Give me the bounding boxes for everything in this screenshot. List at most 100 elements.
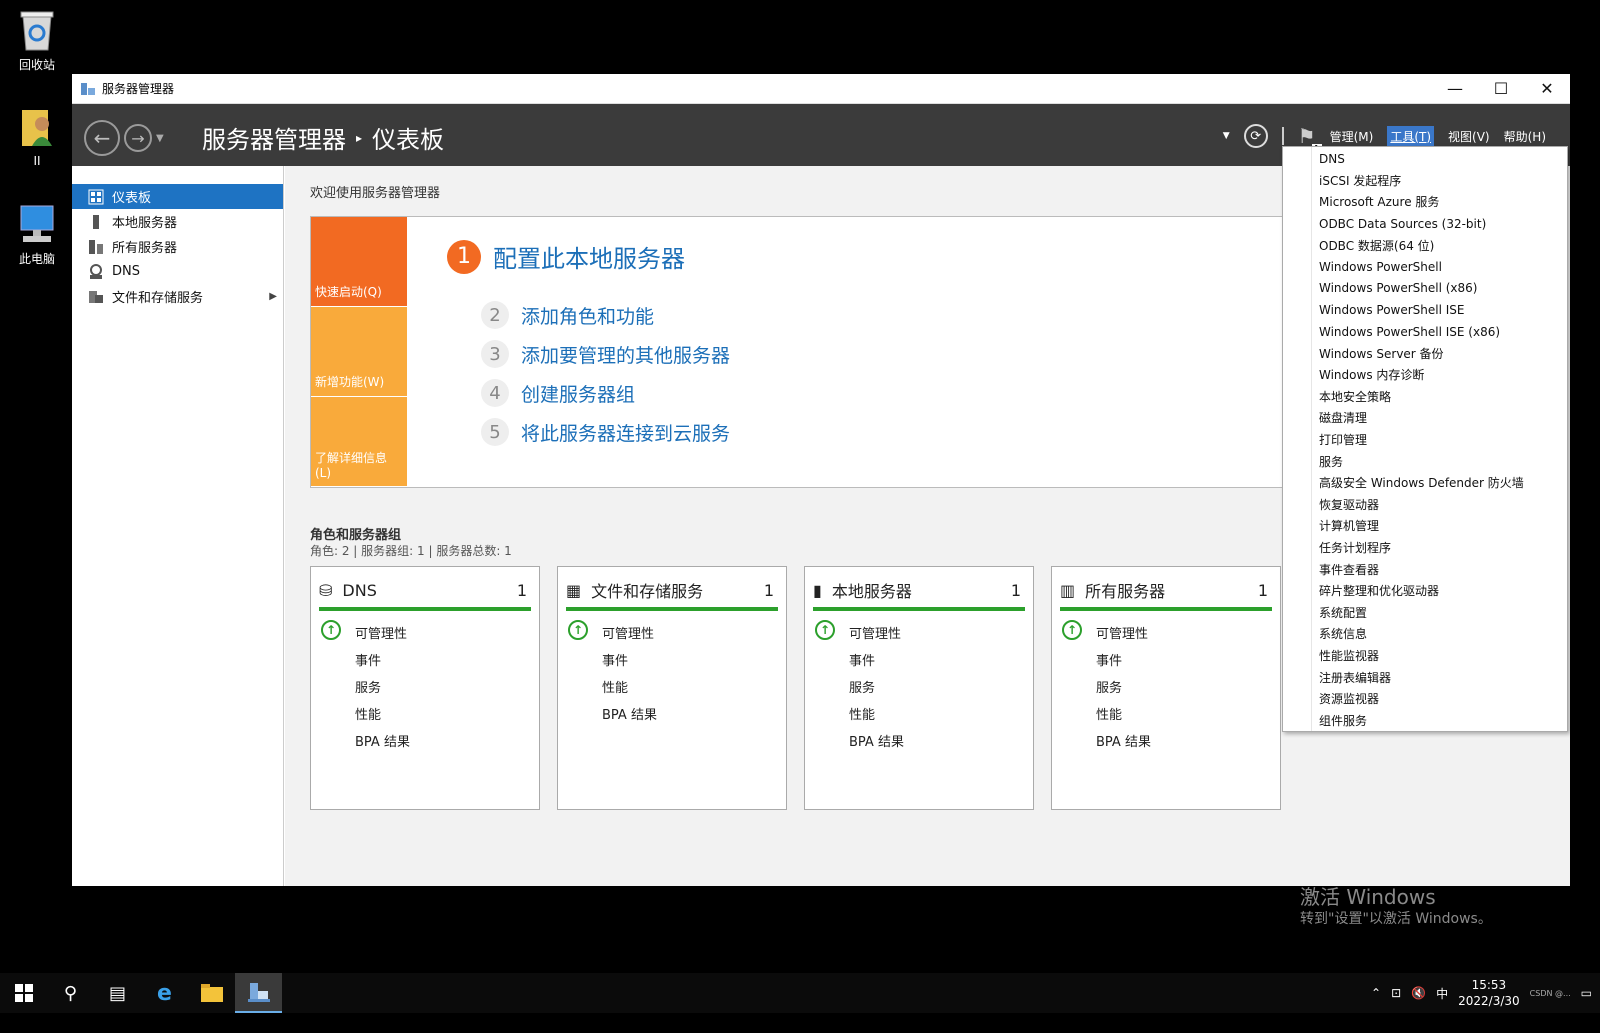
card-row[interactable]: BPA 结果 (1096, 731, 1151, 750)
tools-menu-item[interactable]: 恢复驱动器 (1283, 494, 1567, 516)
sidebar-item-dns[interactable]: DNS (72, 259, 283, 284)
tile-quick-start[interactable]: 快速启动(Q) (311, 217, 407, 306)
start-button[interactable] (0, 973, 47, 1013)
network-icon[interactable]: ⊡ (1391, 986, 1401, 1000)
search-button[interactable]: ⚲ (47, 973, 94, 1013)
card-row[interactable]: 事件 (1096, 650, 1122, 669)
tools-menu-item[interactable]: 性能监视器 (1283, 645, 1567, 667)
role-card-local-server[interactable]: ▮ 本地服务器 1 ↑ 可管理性 事件 服务 性能 BPA 结果 (804, 566, 1034, 810)
tools-menu-item[interactable]: 系统信息 (1283, 623, 1567, 645)
volume-muted-icon[interactable]: 🔇 (1411, 986, 1426, 1000)
card-row[interactable]: BPA 结果 (849, 731, 904, 750)
tools-menu-item[interactable]: Windows 内存诊断 (1283, 364, 1567, 386)
tools-menu-item[interactable]: 系统配置 (1283, 601, 1567, 623)
card-row[interactable]: 性能 (602, 677, 628, 696)
card-row[interactable]: 事件 (355, 650, 381, 669)
card-row[interactable]: 可管理性 (355, 623, 407, 642)
step-link[interactable]: 添加角色和功能 (521, 302, 654, 329)
step-add-roles[interactable]: 2 添加角色和功能 (481, 301, 654, 329)
chevron-up-icon[interactable]: ⌃ (1371, 986, 1381, 1000)
tools-menu-item[interactable]: 本地安全策略 (1283, 386, 1567, 408)
card-row[interactable]: BPA 结果 (602, 704, 657, 723)
tile-learn-more[interactable]: 了解详细信息(L) (311, 397, 407, 486)
step-link[interactable]: 添加要管理的其他服务器 (521, 341, 730, 368)
tools-menu-item[interactable]: 碎片整理和优化驱动器 (1283, 580, 1567, 602)
breadcrumb-app[interactable]: 服务器管理器 (202, 120, 346, 155)
tools-menu-item[interactable]: 高级安全 Windows Defender 防火墙 (1283, 472, 1567, 494)
taskbar-ie[interactable]: e (141, 973, 188, 1013)
tools-menu-item[interactable]: 组件服务 (1283, 709, 1567, 731)
tools-menu-item[interactable]: Windows PowerShell (x86) (1283, 278, 1567, 300)
menu-view[interactable]: 视图(V) (1448, 128, 1490, 145)
role-card-dns[interactable]: ⛁ DNS 1 ↑ 可管理性 事件 服务 性能 BPA 结果 (310, 566, 540, 810)
tools-menu-item[interactable]: Windows PowerShell (1283, 256, 1567, 278)
card-row[interactable]: 可管理性 (1096, 623, 1148, 642)
taskbar-server-manager[interactable] (235, 973, 282, 1013)
tools-menu-item[interactable]: 磁盘清理 (1283, 407, 1567, 429)
card-row[interactable]: 事件 (849, 650, 875, 669)
maximize-button[interactable]: ☐ (1478, 74, 1524, 104)
card-row[interactable]: 性能 (1096, 704, 1122, 723)
expand-arrow-icon[interactable]: ▶ (269, 291, 277, 302)
notifications-flag-icon[interactable]: ⚑1 (1298, 124, 1322, 154)
menu-help[interactable]: 帮助(H) (1504, 128, 1546, 145)
forward-button[interactable]: → (124, 124, 152, 152)
desktop-icon-user-folder[interactable]: II (2, 106, 72, 168)
role-card-file-storage[interactable]: ▦ 文件和存储服务 1 ↑ 可管理性 事件 性能 BPA 结果 (557, 566, 787, 810)
dropdown-caret-icon[interactable]: ▼ (1223, 131, 1230, 141)
back-button[interactable]: ← (84, 120, 120, 156)
refresh-icon[interactable]: ⟳ (1243, 124, 1268, 148)
minimize-button[interactable]: — (1432, 74, 1478, 104)
server-icon: ▮ (813, 580, 822, 600)
step-link[interactable]: 将此服务器连接到云服务 (521, 419, 730, 446)
card-row[interactable]: 可管理性 (602, 623, 654, 642)
tools-menu-item[interactable]: 资源监视器 (1283, 688, 1567, 710)
card-row[interactable]: BPA 结果 (355, 731, 410, 750)
tools-menu-item[interactable]: iSCSI 发起程序 (1283, 170, 1567, 192)
desktop-icon-this-pc[interactable]: 此电脑 (2, 202, 72, 267)
clock[interactable]: 15:53 2022/3/30 (1458, 977, 1520, 1009)
step-connect-cloud[interactable]: 5 将此服务器连接到云服务 (481, 418, 730, 446)
desktop-icon-recycle-bin[interactable]: 回收站 (2, 8, 72, 73)
card-row[interactable]: 事件 (602, 650, 628, 669)
close-button[interactable]: ✕ (1524, 74, 1570, 104)
task-view-button[interactable]: ▤ (94, 973, 141, 1013)
sidebar-item-dashboard[interactable]: 仪表板 (72, 184, 283, 209)
card-row[interactable]: 可管理性 (849, 623, 901, 642)
step-add-servers[interactable]: 3 添加要管理的其他服务器 (481, 340, 730, 368)
taskbar-explorer[interactable] (188, 973, 235, 1013)
menu-tools[interactable]: 工具(T) (1387, 125, 1435, 147)
tools-menu-item[interactable]: Windows PowerShell ISE (1283, 299, 1567, 321)
menu-manage[interactable]: 管理(M) (1330, 128, 1374, 145)
tools-menu-item[interactable]: 事件查看器 (1283, 558, 1567, 580)
tools-menu-item[interactable]: 注册表编辑器 (1283, 666, 1567, 688)
sidebar-item-file-storage[interactable]: 文件和存储服务 ▶ (72, 284, 283, 309)
action-center-icon[interactable]: ▭ (1581, 986, 1592, 1000)
sidebar-item-local-server[interactable]: 本地服务器 (72, 209, 283, 234)
tools-menu-item[interactable]: Windows Server 备份 (1283, 342, 1567, 364)
tools-menu-item[interactable]: 计算机管理 (1283, 515, 1567, 537)
tools-menu-item[interactable]: Windows PowerShell ISE (x86) (1283, 321, 1567, 343)
tools-menu-item[interactable]: ODBC 数据源(64 位) (1283, 234, 1567, 256)
role-card-all-servers[interactable]: ▥ 所有服务器 1 ↑ 可管理性 事件 服务 性能 BPA 结果 (1051, 566, 1281, 810)
card-row[interactable]: 服务 (1096, 677, 1122, 696)
tile-whats-new[interactable]: 新增功能(W) (311, 307, 407, 396)
history-dropdown-icon[interactable]: ▼ (156, 133, 164, 144)
tools-menu-item[interactable]: 任务计划程序 (1283, 537, 1567, 559)
tools-menu-item[interactable]: Microsoft Azure 服务 (1283, 191, 1567, 213)
card-row[interactable]: 性能 (849, 704, 875, 723)
card-count: 1 (1010, 580, 1021, 600)
tools-menu-item[interactable]: ODBC Data Sources (32-bit) (1283, 213, 1567, 235)
step-create-group[interactable]: 4 创建服务器组 (481, 379, 635, 407)
tools-menu-item[interactable]: DNS (1283, 148, 1567, 170)
tools-menu-item[interactable]: 服务 (1283, 450, 1567, 472)
step-configure-local-server[interactable]: 1 配置此本地服务器 (447, 239, 685, 274)
card-row[interactable]: 性能 (355, 704, 381, 723)
card-row[interactable]: 服务 (849, 677, 875, 696)
sidebar-item-all-servers[interactable]: 所有服务器 (72, 234, 283, 259)
tools-menu-item[interactable]: 打印管理 (1283, 429, 1567, 451)
step-link[interactable]: 配置此本地服务器 (493, 239, 685, 274)
ime-indicator[interactable]: 中 (1436, 985, 1448, 1002)
card-row[interactable]: 服务 (355, 677, 381, 696)
step-link[interactable]: 创建服务器组 (521, 380, 635, 407)
